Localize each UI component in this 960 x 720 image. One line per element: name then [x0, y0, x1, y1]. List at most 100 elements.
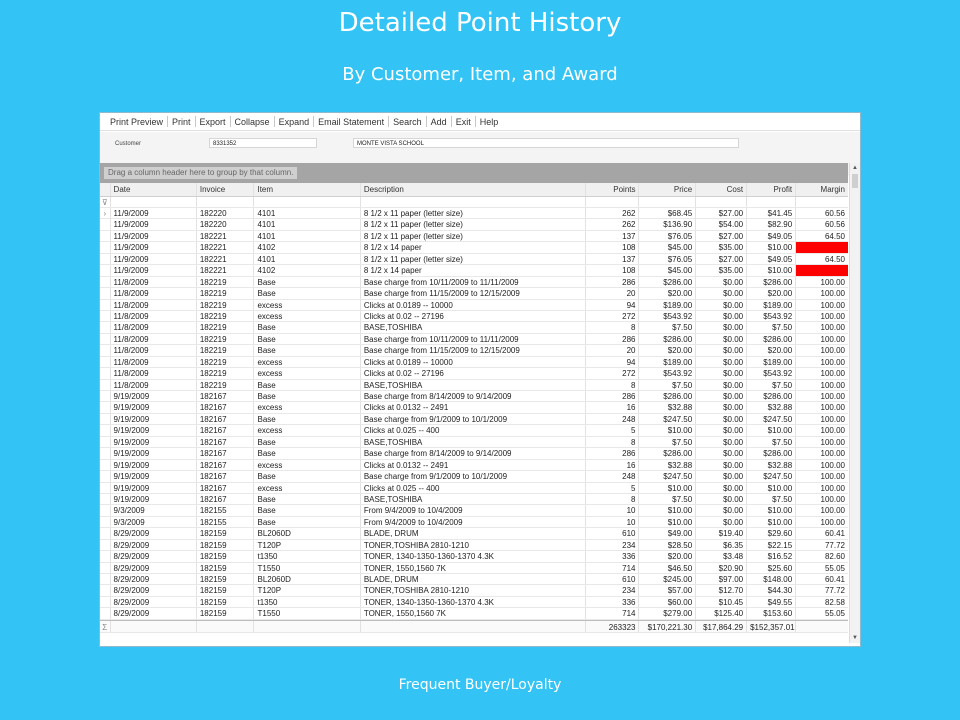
filter-cell[interactable]	[254, 197, 361, 207]
table-row[interactable]: 8/29/2009 182159 BL2060D BLADE, DRUM 610 $49.…	[100, 528, 848, 540]
table-row[interactable]: 8/29/2009 182159 T120P TONER,TOSHIBA 2810-1…	[100, 539, 848, 552]
cell-cost: $19.40	[696, 528, 748, 539]
cell-invoice: 182167	[197, 402, 255, 413]
column-header-item[interactable]: Item	[254, 183, 361, 196]
menu-item-search[interactable]: Search	[389, 117, 426, 127]
table-row[interactable]: 11/8/2009 182219 Base Base charge from 10/1…	[100, 333, 848, 346]
column-header-margin[interactable]: Margin	[796, 183, 848, 196]
column-header-description[interactable]: Description	[361, 183, 586, 196]
filter-cell[interactable]	[197, 197, 255, 207]
table-row[interactable]: 9/19/2009 182167 excess Clicks at 0.025 -- …	[100, 425, 848, 437]
table-row[interactable]: 11/8/2009 182219 excess Clicks at 0.0189 --…	[100, 356, 848, 369]
table-row[interactable]: 9/19/2009 182167 Base Base charge from 9/1/…	[100, 413, 848, 426]
filter-row[interactable]: ⊽	[100, 197, 848, 208]
cell-margin: 100.00	[820, 506, 845, 516]
group-by-area[interactable]: Drag a column header here to group by th…	[100, 163, 848, 183]
row-indicator	[100, 562, 111, 573]
table-row[interactable]: 9/19/2009 182167 excess Clicks at 0.0132 --…	[100, 402, 848, 414]
cell-cost: $0.00	[696, 436, 748, 448]
table-row[interactable]: 9/19/2009 182167 Base Base charge from 9/1/…	[100, 471, 848, 483]
filter-cell[interactable]	[586, 197, 640, 207]
column-header-cost[interactable]: Cost	[696, 183, 748, 196]
filter-icon[interactable]: ⊽	[100, 197, 111, 207]
cell-date: 9/19/2009	[111, 425, 197, 436]
table-row[interactable]: 9/19/2009 182167 Base BASE,TOSHIBA 8 $7.50 $0.…	[100, 493, 848, 506]
column-header-invoice[interactable]: Invoice	[197, 183, 255, 196]
row-indicator	[100, 356, 111, 368]
table-row[interactable]: 8/29/2009 182159 T120P TONER,TOSHIBA 2810-1…	[100, 585, 848, 597]
table-row[interactable]: 11/8/2009 182219 excess Clicks at 0.02 -- 2…	[100, 310, 848, 323]
menu-item-print[interactable]: Print	[168, 117, 195, 127]
menu-item-email-statement[interactable]: Email Statement	[314, 117, 388, 127]
column-header-profit[interactable]: Profit	[747, 183, 797, 196]
table-row[interactable]: 8/29/2009 182159 t1350 TONER, 1340-1350-136…	[100, 551, 848, 563]
cell-profit: $10.00	[747, 505, 797, 516]
cell-description: TONER, 1550,1560 7K	[361, 562, 586, 573]
table-row[interactable]: 9/19/2009 182167 excess Clicks at 0.025 -- …	[100, 482, 848, 494]
table-row[interactable]: 9/19/2009 182167 Base Base charge from 8/14…	[100, 448, 848, 460]
customer-id-field[interactable]: 8331352	[209, 138, 317, 148]
table-row[interactable]: 8/29/2009 182159 T1550 TONER, 1550,1560 7K 7…	[100, 562, 848, 574]
table-row[interactable]: 8/29/2009 182159 t1350 TONER, 1340-1350-136…	[100, 596, 848, 609]
filter-cell[interactable]	[639, 197, 697, 207]
cell-item: Base	[254, 276, 361, 288]
cell-description: Clicks at 0.025 -- 400	[361, 482, 586, 493]
table-row[interactable]: 11/9/2009 182220 4101 8 1/2 x 11 paper (let…	[100, 219, 848, 231]
cell-date: 9/19/2009	[111, 448, 197, 459]
filter-cell[interactable]	[361, 197, 586, 207]
cell-price: $46.50	[639, 562, 697, 573]
menu-item-exit[interactable]: Exit	[452, 117, 475, 127]
scroll-down-icon[interactable]: ▼	[850, 633, 860, 643]
menu-item-help[interactable]: Help	[476, 117, 503, 127]
totals-cell	[254, 620, 361, 632]
table-row[interactable]: 9/3/2009 182155 Base From 9/4/2009 to 10/4/…	[100, 505, 848, 517]
cell-profit: $148.00	[747, 574, 797, 585]
table-row[interactable]: 11/8/2009 182219 Base Base charge from 10/1…	[100, 276, 848, 289]
menu-bar: Print Preview Print Export Collapse Expand Em…	[100, 113, 860, 131]
table-row[interactable]: 11/8/2009 182219 excess Clicks at 0.02 -- 2…	[100, 368, 848, 380]
table-row[interactable]: 11/8/2009 182219 Base BASE,TOSHIBA 8 $7.50 $0.…	[100, 322, 848, 334]
cell-invoice: 182167	[197, 482, 255, 493]
scroll-thumb[interactable]	[852, 174, 858, 188]
cell-margin: 100.00	[820, 460, 845, 470]
table-row[interactable]: 11/9/2009 182221 4102 8 1/2 x 14 paper 108 $4…	[100, 265, 848, 277]
menu-item-export[interactable]: Export	[196, 117, 230, 127]
table-row[interactable]: › 11/9/2009 182220 4101 8 1/2 x 11 paper (le…	[100, 208, 848, 220]
table-row[interactable]: 11/8/2009 182219 Base Base charge from 11/1…	[100, 288, 848, 300]
vertical-scrollbar[interactable]: ▲ ▼	[849, 163, 860, 643]
cell-cost: $125.40	[696, 608, 748, 619]
cell-date: 9/3/2009	[111, 516, 197, 528]
cell-price: $28.50	[639, 539, 697, 551]
table-row[interactable]: 8/29/2009 182159 T1550 TONER, 1550,1560 7K 7…	[100, 608, 848, 620]
table-row[interactable]: 11/8/2009 182219 Base Base charge from 11/1…	[100, 345, 848, 357]
column-header-price[interactable]: Price	[639, 183, 697, 196]
cell-price: $57.00	[639, 585, 697, 596]
menu-item-print-preview[interactable]: Print Preview	[106, 117, 167, 127]
table-row[interactable]: 11/8/2009 182219 excess Clicks at 0.0189 --…	[100, 299, 848, 311]
table-row[interactable]: 9/19/2009 182167 Base BASE,TOSHIBA 8 $7.50 $0.…	[100, 436, 848, 449]
table-row[interactable]: 11/9/2009 182221 4101 8 1/2 x 11 paper (let…	[100, 230, 848, 243]
table-row[interactable]: 11/9/2009 182221 4102 8 1/2 x 14 paper 108 $4…	[100, 242, 848, 254]
cell-points: 262	[586, 208, 640, 219]
menu-item-expand[interactable]: Expand	[275, 117, 314, 127]
cell-margin: 100.00	[820, 357, 845, 367]
customer-name-field[interactable]: MONTE VISTA SCHOOL	[353, 138, 739, 148]
cell-item: excess	[254, 310, 361, 322]
totals-cell	[111, 620, 197, 632]
filter-cell[interactable]	[796, 197, 848, 207]
table-row[interactable]: 9/19/2009 182167 Base Base charge from 8/14…	[100, 391, 848, 403]
row-indicator	[100, 448, 111, 459]
filter-cell[interactable]	[747, 197, 797, 207]
filter-cell[interactable]	[696, 197, 748, 207]
filter-cell[interactable]	[111, 197, 197, 207]
menu-item-collapse[interactable]: Collapse	[231, 117, 274, 127]
table-row[interactable]: 11/9/2009 182221 4101 8 1/2 x 11 paper (let…	[100, 253, 848, 266]
menu-item-add[interactable]: Add	[427, 117, 451, 127]
table-row[interactable]: 9/3/2009 182155 Base From 9/4/2009 to 10/4/…	[100, 516, 848, 529]
column-header-points[interactable]: Points	[586, 183, 640, 196]
table-row[interactable]: 8/29/2009 182159 BL2060D BLADE, DRUM 610 $245…	[100, 574, 848, 586]
scroll-up-icon[interactable]: ▲	[850, 163, 860, 173]
table-row[interactable]: 9/19/2009 182167 excess Clicks at 0.0132 --…	[100, 459, 848, 472]
table-row[interactable]: 11/8/2009 182219 Base BASE,TOSHIBA 8 $7.50 $0.…	[100, 379, 848, 391]
column-header-date[interactable]: Date	[111, 183, 197, 196]
